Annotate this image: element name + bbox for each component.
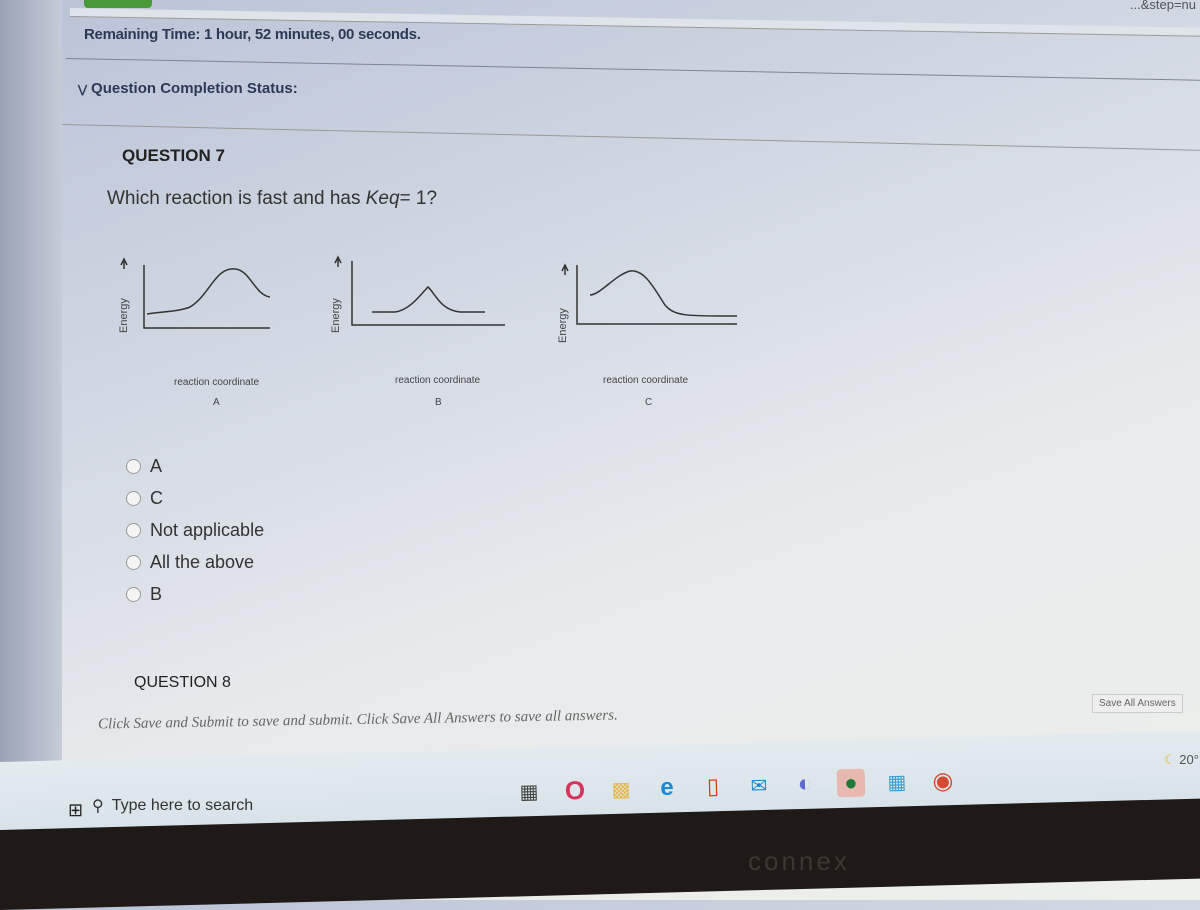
diagram-b-x-label: reaction coordinate bbox=[395, 375, 481, 386]
edge-icon[interactable]: e bbox=[653, 773, 682, 802]
app2-icon[interactable]: ▦ bbox=[883, 767, 912, 796]
remaining-time: Remaining Time: 1 hour, 52 minutes, 00 s… bbox=[84, 26, 421, 43]
option-not-applicable[interactable]: Not applicable bbox=[126, 514, 264, 546]
option-label: All the above bbox=[150, 551, 255, 572]
chrome-icon[interactable]: ◉ bbox=[929, 766, 958, 795]
chevron-down-icon: ⋁ bbox=[78, 84, 88, 96]
search-icon: ⚲ bbox=[92, 798, 104, 815]
office-icon[interactable]: ▯ bbox=[699, 772, 728, 801]
url-fragment[interactable]: ...&step=nu bbox=[1130, 0, 1196, 12]
opera-icon[interactable]: O bbox=[561, 774, 590, 805]
save-all-answers-button[interactable]: Save All Answers bbox=[1092, 694, 1183, 713]
submit-instruction: Click Save and Submit to save and submit… bbox=[97, 707, 618, 733]
screen-left-edge bbox=[0, 0, 62, 840]
question-box-border bbox=[61, 124, 1200, 152]
option-label: A bbox=[150, 455, 163, 476]
option-label: B bbox=[150, 583, 163, 604]
progress-bar bbox=[84, 0, 152, 8]
question-text-suffix: = 1? bbox=[399, 188, 438, 209]
option-a[interactable]: A bbox=[126, 450, 264, 482]
energy-diagram-b: Energy reaction coordinate B bbox=[320, 255, 550, 415]
option-label: C bbox=[150, 487, 163, 508]
diagram-c-arrow bbox=[561, 263, 569, 275]
spotify-icon[interactable]: ● bbox=[836, 768, 866, 798]
task-view-icon[interactable]: ▦ bbox=[515, 777, 544, 806]
mail-icon[interactable]: ✉ bbox=[745, 771, 774, 800]
status-label: Question Completion Status: bbox=[91, 80, 298, 97]
diagram-c-name: C bbox=[645, 397, 653, 408]
answer-options: A C Not applicable All the above B bbox=[126, 450, 264, 610]
option-c[interactable]: C bbox=[126, 482, 264, 514]
diagram-c-curve bbox=[589, 270, 738, 317]
taskbar-search[interactable]: ⚲ Type here to search bbox=[92, 796, 253, 816]
diagram-c-axes bbox=[576, 265, 737, 325]
radio-button[interactable] bbox=[126, 522, 141, 538]
diagram-b-arrow bbox=[334, 255, 342, 267]
option-all-the-above[interactable]: All the above bbox=[126, 546, 264, 578]
question-text-prefix: Which reaction is fast and has bbox=[107, 188, 366, 209]
radio-button[interactable] bbox=[126, 458, 141, 474]
diagram-c-plot bbox=[561, 263, 738, 325]
divider bbox=[65, 58, 1200, 81]
energy-diagram-c: Energy reaction coordinate C bbox=[545, 255, 755, 415]
energy-diagram-a: Energy reaction coordinate A bbox=[110, 255, 310, 415]
option-label: Not applicable bbox=[150, 519, 265, 540]
diagram-b-y-label: Energy bbox=[330, 298, 342, 333]
app-icon[interactable]: ◐ bbox=[791, 770, 820, 799]
question-text-keq: Keq bbox=[365, 188, 400, 209]
search-placeholder: Type here to search bbox=[111, 797, 254, 814]
diagram-b-curve bbox=[372, 285, 485, 313]
diagram-a-arrow bbox=[120, 257, 128, 269]
temperature-text: 20° bbox=[1179, 752, 1199, 767]
moon-icon: ☾ bbox=[1164, 752, 1176, 767]
diagram-b-axes bbox=[351, 261, 505, 326]
weather-temperature[interactable]: ☾ 20° bbox=[1164, 752, 1199, 768]
diagram-c-y-label: Energy bbox=[557, 308, 569, 343]
diagram-a-x-label: reaction coordinate bbox=[174, 377, 260, 388]
radio-button[interactable] bbox=[126, 586, 141, 602]
diagram-c-x-label: reaction coordinate bbox=[603, 375, 689, 386]
diagram-a-plot bbox=[120, 257, 271, 329]
radio-button[interactable] bbox=[126, 490, 141, 506]
question-completion-status[interactable]: ⋁ Question Completion Status: bbox=[78, 80, 298, 97]
diagram-b-name: B bbox=[435, 397, 442, 408]
diagram-a-y-label: Energy bbox=[118, 298, 130, 333]
diagram-a-name: A bbox=[213, 397, 220, 408]
radio-button[interactable] bbox=[126, 554, 141, 570]
question-7-title: QUESTION 7 bbox=[122, 146, 225, 165]
diagram-a-axes bbox=[143, 265, 270, 329]
windows-start-icon[interactable]: ⊞ bbox=[68, 800, 83, 821]
question-8-title: QUESTION 8 bbox=[134, 674, 231, 691]
question-7-text: Which reaction is fast and has Keq= 1? bbox=[107, 188, 437, 210]
diagram-a-curve bbox=[146, 268, 271, 315]
file-explorer-icon[interactable]: ▩ bbox=[607, 775, 636, 804]
brand-logo: connex bbox=[748, 846, 850, 876]
diagram-b-plot bbox=[334, 255, 505, 326]
option-b[interactable]: B bbox=[126, 578, 264, 610]
